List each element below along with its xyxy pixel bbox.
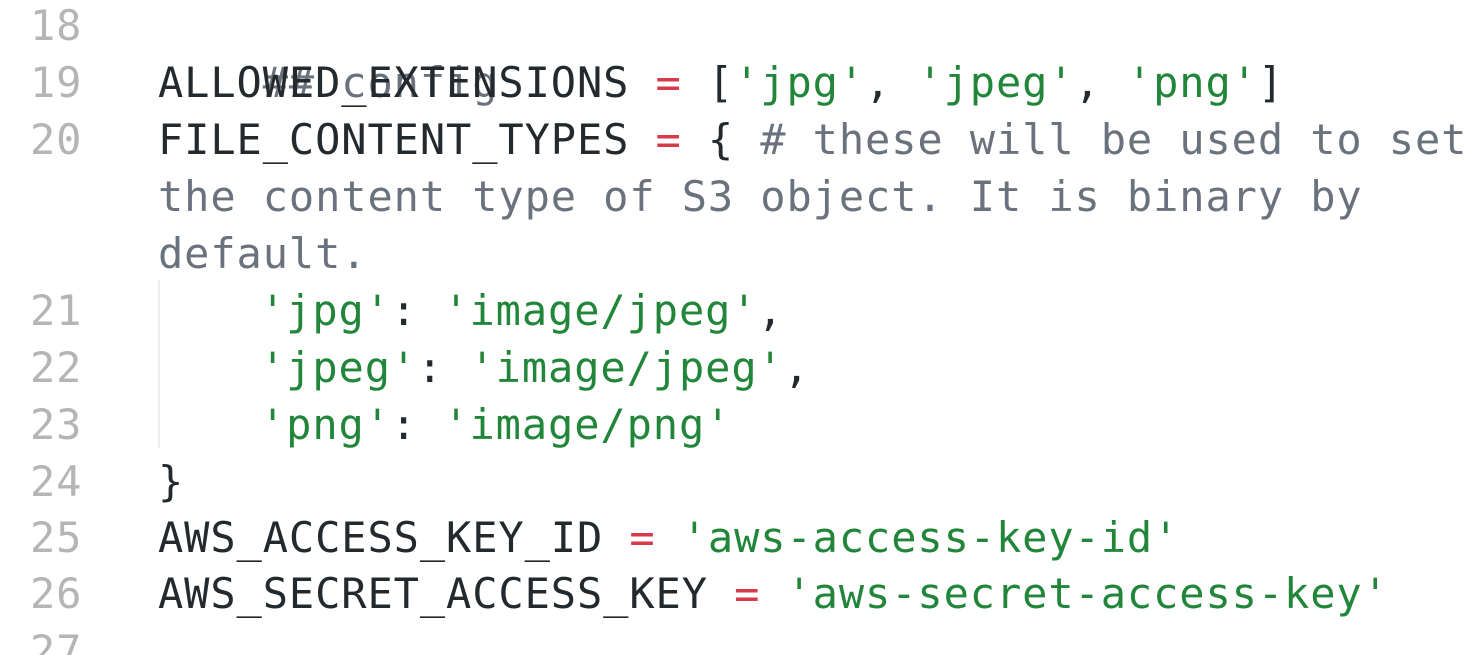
dict-key: 'jpg' bbox=[260, 286, 391, 335]
brace: } bbox=[158, 457, 185, 506]
operator: = bbox=[734, 569, 761, 618]
bracket: [ bbox=[707, 58, 735, 107]
identifier: AWS_ACCESS_KEY_ID bbox=[158, 513, 604, 562]
comma: , bbox=[783, 343, 810, 392]
comment-text: # these will be used to set bbox=[760, 115, 1468, 164]
code-line: AWS_ACCESS_KEY_ID = 'aws-access-key-id' bbox=[158, 509, 1179, 566]
comma: , bbox=[865, 58, 892, 107]
colon: : bbox=[417, 343, 444, 392]
string-literal: 'aws-access-key-id' bbox=[681, 513, 1180, 562]
code-line: 'jpeg': 'image/jpeg', bbox=[260, 339, 810, 396]
operator: = bbox=[655, 115, 682, 164]
code-line: 'png': 'image/png' bbox=[260, 396, 731, 453]
comma: , bbox=[757, 286, 784, 335]
dict-value: 'image/jpeg' bbox=[443, 286, 758, 335]
string-literal: 'jpeg' bbox=[917, 58, 1075, 107]
line-number: 22 bbox=[30, 343, 83, 392]
string-literal: 'aws-secret-access-key' bbox=[786, 569, 1389, 618]
line-number: 26 bbox=[30, 569, 83, 618]
dict-key: 'png' bbox=[260, 400, 391, 449]
brace: { bbox=[707, 115, 735, 164]
code-line: } bbox=[158, 453, 184, 510]
line-number: 23 bbox=[30, 400, 83, 449]
comment-wrap-line: the content type of S3 object. It is bin… bbox=[158, 172, 1363, 221]
operator: = bbox=[629, 513, 656, 562]
colon: : bbox=[390, 400, 418, 449]
line-number: 27 bbox=[30, 626, 83, 655]
line-number: 25 bbox=[30, 513, 83, 562]
indent-guide bbox=[158, 280, 160, 448]
code-line: ALLOWED_EXTENSIONS = ['jpg', 'jpeg', 'pn… bbox=[158, 54, 1284, 111]
bracket: ] bbox=[1257, 58, 1285, 107]
identifier: ALLOWED_EXTENSIONS bbox=[158, 58, 630, 107]
comment-wrap-line: default. bbox=[158, 229, 368, 278]
line-number: 24 bbox=[30, 457, 83, 506]
identifier: AWS_SECRET_ACCESS_KEY bbox=[158, 569, 708, 618]
code-line: ## config bbox=[158, 0, 498, 107]
code-line: 'jpg': 'image/jpeg', bbox=[260, 282, 784, 339]
dict-key: 'jpeg' bbox=[260, 343, 418, 392]
string-literal: 'jpg' bbox=[734, 58, 866, 107]
line-number: 21 bbox=[30, 286, 83, 335]
line-number: 19 bbox=[30, 58, 83, 107]
line-number: 20 bbox=[30, 115, 83, 164]
colon: : bbox=[390, 286, 418, 335]
dict-value: 'image/jpeg' bbox=[469, 343, 784, 392]
operator: = bbox=[655, 58, 682, 107]
comma: , bbox=[1074, 58, 1101, 107]
line-number: 18 bbox=[30, 1, 83, 50]
identifier: FILE_CONTENT_TYPES bbox=[158, 115, 630, 164]
code-editor[interactable]: 18 19 20 21 22 23 24 25 26 27 ## config … bbox=[0, 0, 1470, 655]
dict-value: 'image/png' bbox=[443, 400, 732, 449]
code-line: AWS_SECRET_ACCESS_KEY = 'aws-secret-acce… bbox=[158, 565, 1389, 622]
string-literal: 'png' bbox=[1126, 58, 1258, 107]
code-line: FILE_CONTENT_TYPES = { # these will be u… bbox=[158, 111, 1467, 168]
